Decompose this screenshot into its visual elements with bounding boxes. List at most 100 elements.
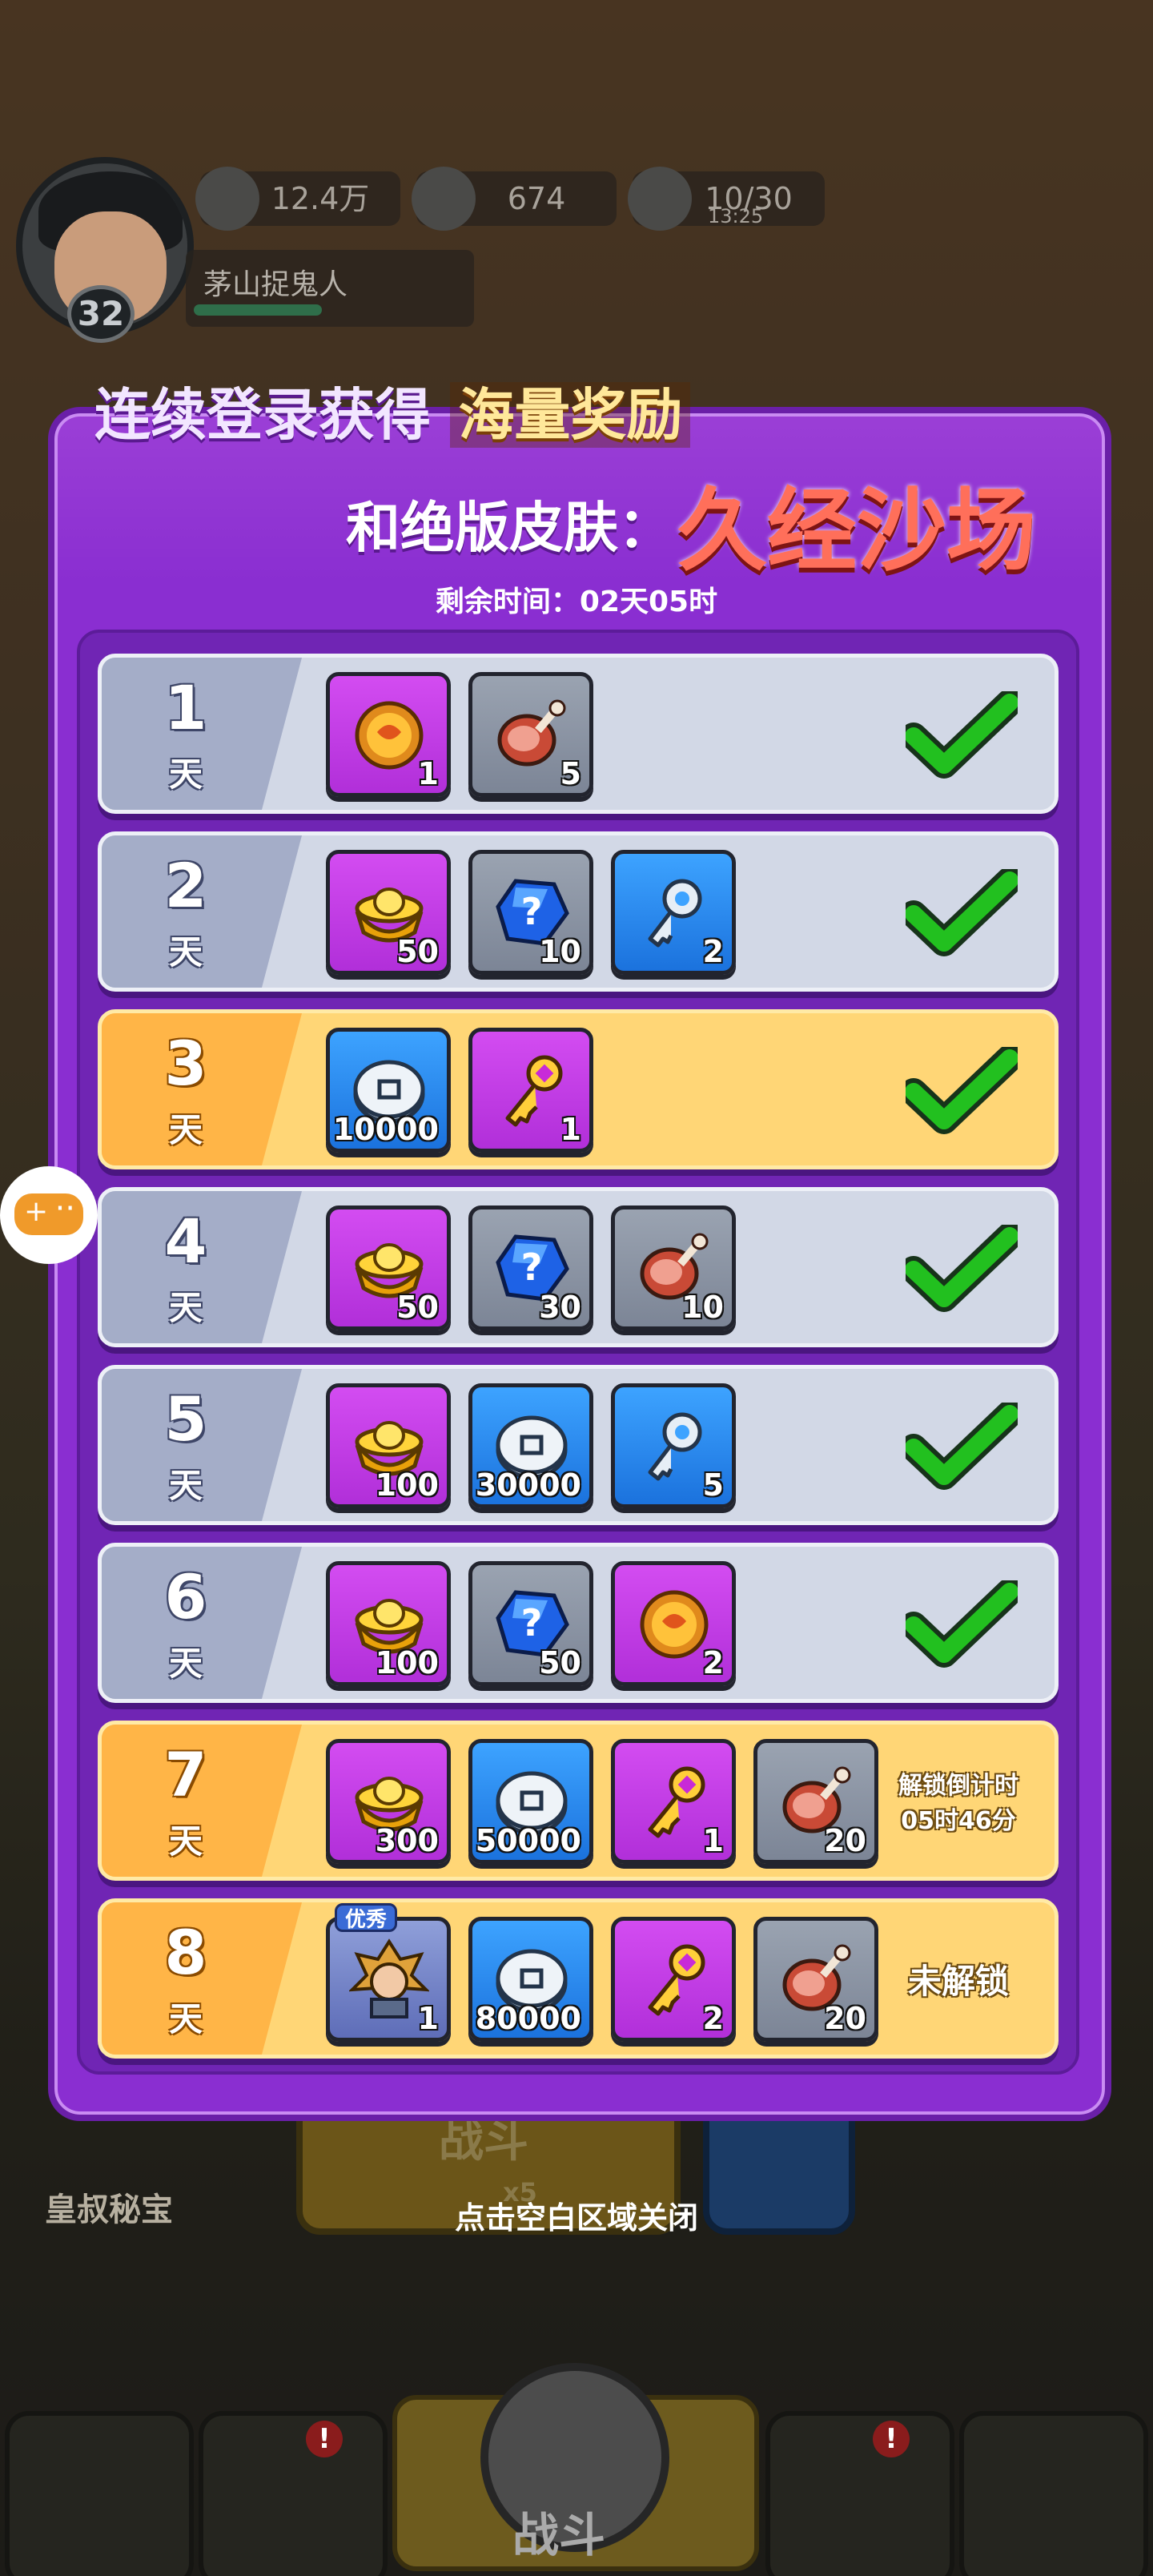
- stamina-resource[interactable]: 10/30 13:25: [628, 167, 825, 231]
- reward-count: 50: [396, 1290, 439, 1325]
- reward-count: 50000: [475, 1823, 581, 1858]
- day-suffix: 天: [168, 1644, 203, 1683]
- claimed-check-icon: [906, 1403, 1018, 1490]
- reward-item[interactable]: 300: [326, 1739, 451, 1864]
- gamepad-float-button[interactable]: [0, 1166, 98, 1264]
- reward-count: 2: [702, 934, 724, 969]
- day-suffix: 天: [168, 1466, 203, 1505]
- panel-subtitle: 和绝版皮肤：久经沙场: [346, 458, 1036, 588]
- silver-amount: 12.4万: [271, 181, 370, 216]
- gold-resource[interactable]: 674: [412, 167, 617, 231]
- day-row[interactable]: 7 天 300 50000 1 20 解锁倒计时 05时46分: [98, 1721, 1059, 1881]
- gold-ingot-icon: [412, 167, 476, 231]
- reward-count: 1: [417, 756, 439, 791]
- day-number: 8: [164, 1917, 207, 1988]
- nav-gate[interactable]: [5, 2411, 194, 2576]
- xp-bar: [194, 304, 322, 316]
- player-name-bar: 茅山捉鬼人: [186, 250, 474, 327]
- nav-heroes[interactable]: !: [765, 2411, 954, 2576]
- day-row[interactable]: 1 天 1 5: [98, 654, 1059, 814]
- day-number: 2: [164, 850, 207, 921]
- unlock-countdown: 解锁倒计时 05时46分: [878, 1725, 1039, 1877]
- reward-count: 5: [702, 1467, 724, 1503]
- day-suffix: 天: [168, 932, 203, 972]
- silver-resource[interactable]: 12.4万: [195, 167, 400, 231]
- reward-item[interactable]: 10: [611, 1205, 736, 1330]
- day-row[interactable]: 4 天 50? 30 10: [98, 1187, 1059, 1347]
- reward-item[interactable]: 20: [753, 1917, 878, 2042]
- reward-item[interactable]: 2: [611, 1917, 736, 2042]
- reward-count: 1: [702, 1823, 724, 1858]
- reward-item[interactable]: 10000: [326, 1028, 451, 1153]
- reward-item[interactable]: ? 10: [468, 850, 593, 975]
- claimed-check-icon: [906, 1047, 1018, 1134]
- reward-item[interactable]: 5: [611, 1383, 736, 1508]
- day-suffix: 天: [168, 1999, 203, 2039]
- reward-item[interactable]: 100: [326, 1383, 451, 1508]
- reward-item[interactable]: ? 50: [468, 1561, 593, 1686]
- reward-item[interactable]: 100: [326, 1561, 451, 1686]
- skin-name: 久经沙场: [677, 479, 1037, 583]
- reward-item[interactable]: ? 30: [468, 1205, 593, 1330]
- reward-list: 1 天 1 5 2 天 50? 10 2 3 天 10000 1 4 天 50? 30 10 5 天 100 30000 5…: [77, 630, 1079, 2075]
- claimed-check-icon: [906, 1580, 1018, 1668]
- panel-title-text: 连续登录获得: [94, 382, 431, 448]
- day-row[interactable]: 8 天 优秀 1 80000 2 20 未解锁: [98, 1898, 1059, 2059]
- reward-count: 300: [375, 1823, 439, 1858]
- nav-equipment[interactable]: !: [199, 2411, 388, 2576]
- nav-shop[interactable]: [959, 2411, 1148, 2576]
- reward-count: 1: [560, 1112, 581, 1147]
- reward-item[interactable]: 80000: [468, 1917, 593, 2042]
- reward-item[interactable]: 2: [611, 850, 736, 975]
- claimed-check-icon: [906, 1225, 1018, 1312]
- reward-item[interactable]: 50: [326, 1205, 451, 1330]
- reward-item[interactable]: 20: [753, 1739, 878, 1864]
- reward-count: 10000: [332, 1112, 439, 1147]
- svg-text:?: ?: [521, 890, 543, 933]
- reward-item[interactable]: 优秀 1: [326, 1903, 451, 2042]
- reward-count: 50: [396, 934, 439, 969]
- reward-item[interactable]: 30000: [468, 1383, 593, 1508]
- reward-item[interactable]: 5: [468, 672, 593, 797]
- reward-count: 10: [539, 934, 581, 969]
- reward-count: 100: [375, 1645, 439, 1680]
- reward-count: 2: [702, 1645, 724, 1680]
- day-row[interactable]: 5 天 100 30000 5: [98, 1365, 1059, 1525]
- reward-count: 30: [539, 1290, 581, 1325]
- player-level-badge: 32: [67, 285, 135, 343]
- close-hint[interactable]: 点击空白区域关闭: [0, 2193, 1153, 2237]
- nav-equipment-badge: !: [306, 2421, 343, 2457]
- countdown-label: 解锁倒计时: [898, 1772, 1018, 1800]
- reward-count: 10: [681, 1290, 724, 1325]
- reward-count: 50: [539, 1645, 581, 1680]
- reward-count: 1: [417, 2001, 439, 2036]
- locked-status: 未解锁: [878, 1902, 1039, 2055]
- reward-item[interactable]: 1: [468, 1028, 593, 1153]
- day-suffix: 天: [168, 1288, 203, 1327]
- countdown-time: 05时46分: [901, 1807, 1016, 1835]
- day-suffix: 天: [168, 755, 203, 794]
- day-number: 7: [164, 1739, 207, 1810]
- day-row[interactable]: 3 天 10000 1: [98, 1009, 1059, 1169]
- reward-item[interactable]: 1: [326, 672, 451, 797]
- day-number: 5: [164, 1383, 207, 1455]
- day-number: 4: [164, 1205, 207, 1277]
- remaining-time: 剩余时间：02天05时: [435, 586, 718, 618]
- reward-item[interactable]: 50000: [468, 1739, 593, 1864]
- svg-text:?: ?: [521, 1601, 543, 1644]
- day-row[interactable]: 6 天 100? 50 2: [98, 1543, 1059, 1703]
- day-number: 1: [164, 672, 207, 743]
- reward-item[interactable]: 2: [611, 1561, 736, 1686]
- day-row[interactable]: 2 天 50? 10 2: [98, 831, 1059, 992]
- locked-text: 未解锁: [907, 1961, 1009, 2001]
- reward-count: 80000: [475, 2001, 581, 2036]
- reward-item[interactable]: 50: [326, 850, 451, 975]
- gamepad-icon: [14, 1190, 83, 1235]
- day-suffix: 天: [168, 1110, 203, 1149]
- panel-subtitle-text: 和绝版皮肤：: [346, 497, 673, 561]
- reward-item[interactable]: 1: [611, 1739, 736, 1864]
- reward-count: 5: [560, 756, 581, 791]
- svg-text:?: ?: [521, 1246, 543, 1289]
- claimed-check-icon: [906, 691, 1018, 779]
- claimed-check-icon: [906, 869, 1018, 956]
